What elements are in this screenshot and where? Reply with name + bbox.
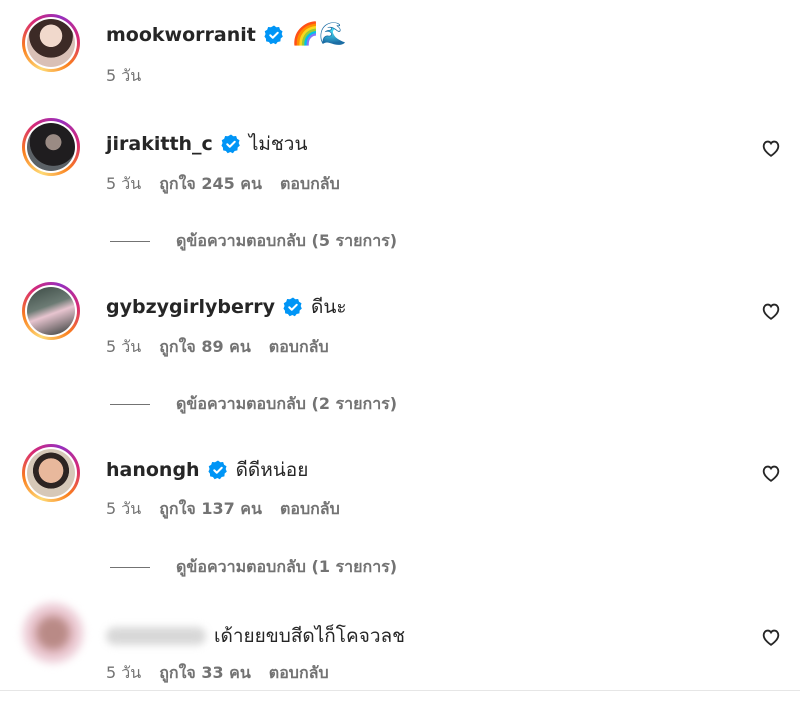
avatar[interactable]: [22, 444, 80, 502]
timestamp[interactable]: 5 วัน: [106, 661, 141, 686]
verified-badge-icon: [208, 460, 227, 480]
comment-text: ดีดีหน่อย: [235, 459, 309, 481]
like-count[interactable]: ถูกใจ 137 คน: [159, 497, 262, 522]
view-replies-button[interactable]: ดูข้อความตอบกลับ (2 รายการ): [110, 392, 397, 417]
avatar[interactable]: [22, 602, 84, 664]
reply-button[interactable]: ตอบกลับ: [280, 497, 340, 522]
heart-outline-icon[interactable]: [760, 626, 782, 648]
username[interactable]: mookworranit: [106, 24, 256, 46]
like-count[interactable]: ถูกใจ 245 คน: [159, 172, 262, 197]
view-replies-label: ดูข้อความตอบกลับ (2 รายการ): [176, 394, 398, 413]
comment-text: ไม่ชวน: [248, 133, 308, 155]
like-count[interactable]: ถูกใจ 89 คน: [159, 335, 251, 360]
reply-button[interactable]: ตอบกลับ: [269, 661, 329, 686]
like-count[interactable]: ถูกใจ 33 คน: [159, 661, 251, 686]
heart-outline-icon[interactable]: [760, 462, 782, 484]
view-replies-label: ดูข้อความตอบกลับ (1 รายการ): [176, 557, 398, 576]
divider-line: [110, 241, 150, 242]
reply-button[interactable]: ตอบกลับ: [280, 172, 340, 197]
view-replies-button[interactable]: ดูข้อความตอบกลับ (1 รายการ): [110, 555, 397, 580]
timestamp[interactable]: 5 วัน: [106, 497, 141, 522]
view-replies-button[interactable]: ดูข้อความตอบกลับ (5 รายการ): [110, 229, 397, 254]
username[interactable]: hanongh: [106, 459, 200, 481]
avatar[interactable]: [22, 282, 80, 340]
bottom-divider: [0, 690, 800, 691]
timestamp[interactable]: 5 วัน: [106, 335, 141, 360]
comment-text: เด้ายยขบสีดไก็โคจวลช: [214, 625, 406, 647]
view-replies-label: ดูข้อความตอบกลับ (5 รายการ): [176, 231, 398, 250]
heart-outline-icon[interactable]: [760, 300, 782, 322]
username[interactable]: gybzygirlyberry: [106, 296, 275, 318]
divider-line: [110, 404, 150, 405]
avatar[interactable]: [22, 118, 80, 176]
avatar[interactable]: [22, 14, 80, 72]
reply-button[interactable]: ตอบกลับ: [269, 335, 329, 360]
comment-text: ดีนะ: [311, 296, 347, 318]
username[interactable]: jirakitth_c: [106, 133, 213, 155]
username-blurred[interactable]: [106, 627, 206, 645]
verified-badge-icon: [221, 134, 240, 154]
timestamp[interactable]: 5 วัน: [106, 64, 141, 89]
verified-badge-icon: [264, 25, 283, 45]
divider-line: [110, 567, 150, 568]
verified-badge-icon: [283, 297, 302, 317]
timestamp[interactable]: 5 วัน: [106, 172, 141, 197]
heart-outline-icon[interactable]: [760, 137, 782, 159]
caption-emojis: 🌈🌊: [291, 22, 347, 47]
